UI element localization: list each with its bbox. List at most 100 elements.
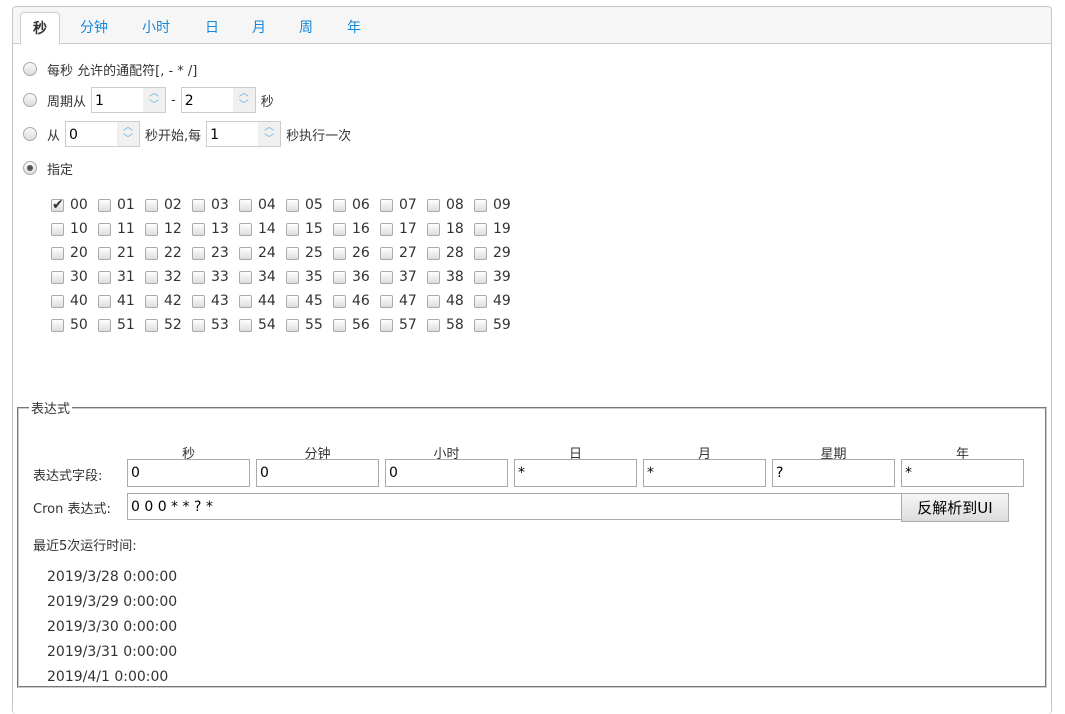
checkbox-icon[interactable] [286,246,299,260]
tab-2[interactable]: 小时 [130,12,182,44]
checkbox-icon[interactable] [333,270,346,284]
parse-to-ui-button[interactable]: 反解析到UI [901,493,1009,522]
checkbox-icon[interactable] [239,270,252,284]
second-checkbox[interactable]: 47 [380,293,427,309]
checkbox-icon[interactable] [380,198,393,212]
checkbox-icon[interactable] [98,270,111,284]
checkbox-icon[interactable] [239,198,252,212]
second-checkbox[interactable]: 17 [380,221,427,237]
spinner-arrows-icon[interactable]: ︿ ﹀ [258,122,281,146]
checkbox-icon[interactable] [239,222,252,236]
option-period[interactable]: 周期从 ︿﹀ - ︿﹀ 秒 [23,87,274,113]
field-input[interactable] [385,459,508,487]
second-checkbox[interactable]: 28 [427,245,474,261]
checkbox-icon[interactable] [98,294,111,308]
second-checkbox[interactable]: 06 [333,197,380,213]
second-checkbox[interactable]: 45 [286,293,333,309]
second-checkbox[interactable]: 42 [145,293,192,309]
checkbox-icon[interactable] [145,270,158,284]
second-checkbox[interactable]: 23 [192,245,239,261]
second-checkbox[interactable]: 37 [380,269,427,285]
checked-checkbox-icon[interactable]: ✔ [51,198,64,212]
checkbox-icon[interactable] [51,246,64,260]
second-checkbox[interactable]: 24 [239,245,286,261]
field-input[interactable] [514,459,637,487]
second-checkbox[interactable]: 25 [286,245,333,261]
second-checkbox[interactable]: 05 [286,197,333,213]
checkbox-icon[interactable] [192,318,205,332]
second-checkbox[interactable]: 13 [192,221,239,237]
second-checkbox[interactable]: 35 [286,269,333,285]
checkbox-icon[interactable] [333,198,346,212]
checkbox-icon[interactable] [286,318,299,332]
second-checkbox[interactable]: 53 [192,317,239,333]
period-from-input[interactable] [92,90,145,112]
checkbox-icon[interactable] [380,318,393,332]
field-input[interactable] [127,459,250,487]
checkbox-icon[interactable] [380,246,393,260]
second-checkbox[interactable]: 19 [474,221,521,237]
second-checkbox[interactable]: 59 [474,317,521,333]
second-checkbox[interactable]: 09 [474,197,521,213]
second-checkbox[interactable]: 55 [286,317,333,333]
period-from-spinner[interactable]: ︿﹀ [91,87,167,113]
checkbox-icon[interactable] [286,270,299,284]
start-every-spinner[interactable]: ︿﹀ [206,121,282,147]
checkbox-icon[interactable] [51,318,64,332]
checkbox-icon[interactable] [239,246,252,260]
tab-6[interactable]: 年 [335,12,373,44]
second-checkbox[interactable]: 12 [145,221,192,237]
second-checkbox[interactable]: 38 [427,269,474,285]
start-from-input[interactable] [66,124,119,146]
checkbox-icon[interactable] [474,246,487,260]
option-specify[interactable]: 指定 [23,155,73,181]
tab-3[interactable]: 日 [193,12,231,44]
second-checkbox[interactable]: 44 [239,293,286,309]
second-checkbox[interactable]: 58 [427,317,474,333]
checkbox-icon[interactable] [145,246,158,260]
second-checkbox[interactable]: 14 [239,221,286,237]
checkbox-icon[interactable] [286,294,299,308]
checkbox-icon[interactable] [474,270,487,284]
second-checkbox[interactable]: 30 [51,269,98,285]
field-input[interactable] [643,459,766,487]
second-checkbox[interactable]: 56 [333,317,380,333]
checkbox-icon[interactable] [51,270,64,284]
spinner-arrows-icon[interactable]: ︿ ﹀ [143,88,166,112]
checkbox-icon[interactable] [286,198,299,212]
checkbox-icon[interactable] [239,318,252,332]
second-checkbox[interactable]: 32 [145,269,192,285]
tab-0[interactable]: 秒 [20,12,60,45]
second-checkbox[interactable]: 11 [98,221,145,237]
start-from-spinner[interactable]: ︿﹀ [65,121,141,147]
second-checkbox[interactable]: 39 [474,269,521,285]
checkbox-icon[interactable] [427,222,440,236]
radio-start[interactable] [23,127,37,141]
checkbox-icon[interactable] [474,294,487,308]
second-checkbox[interactable]: 07 [380,197,427,213]
second-checkbox[interactable]: 36 [333,269,380,285]
checkbox-icon[interactable] [427,318,440,332]
checkbox-icon[interactable] [98,246,111,260]
period-to-input[interactable] [181,90,234,112]
second-checkbox[interactable]: 49 [474,293,521,309]
checkbox-icon[interactable] [333,318,346,332]
checkbox-icon[interactable] [192,246,205,260]
checkbox-icon[interactable] [98,222,111,236]
tab-1[interactable]: 分钟 [68,12,120,44]
second-checkbox[interactable]: 18 [427,221,474,237]
checkbox-icon[interactable] [380,270,393,284]
field-input[interactable] [772,459,895,487]
second-checkbox[interactable]: 54 [239,317,286,333]
second-checkbox[interactable]: 10 [51,221,98,237]
checkbox-icon[interactable] [427,270,440,284]
checkbox-icon[interactable] [192,222,205,236]
radio-period[interactable] [23,93,37,107]
checkbox-icon[interactable] [98,318,111,332]
checkbox-icon[interactable] [427,246,440,260]
checkbox-icon[interactable] [145,222,158,236]
field-input[interactable] [256,459,379,487]
checkbox-icon[interactable] [286,222,299,236]
checkbox-icon[interactable] [333,246,346,260]
second-checkbox[interactable]: 48 [427,293,474,309]
